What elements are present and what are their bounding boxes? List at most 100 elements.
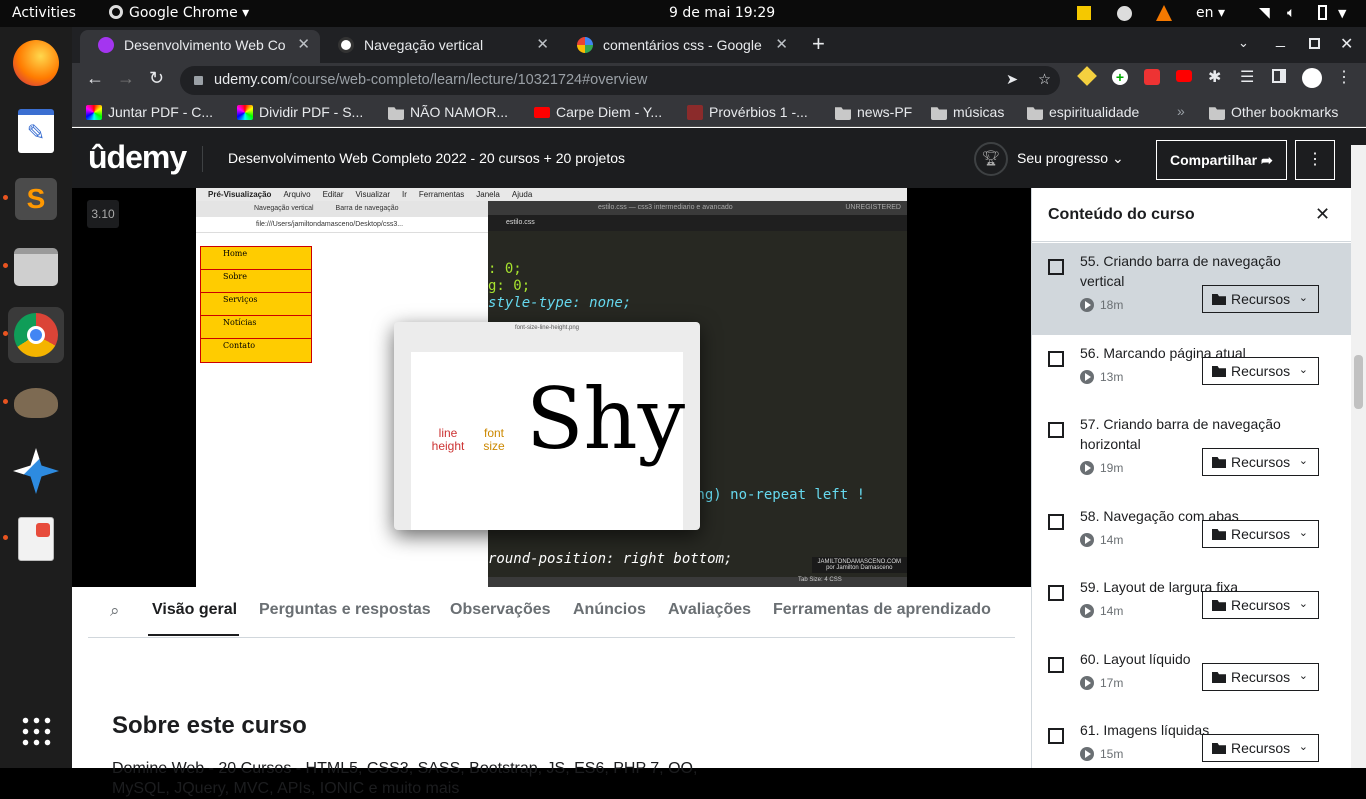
lecture-item[interactable]: 58. Navegação com abas 14m Recursos ⌄	[1032, 498, 1352, 569]
chrome-icon[interactable]	[8, 307, 64, 363]
files-icon[interactable]	[8, 239, 64, 295]
bookmark-item[interactable]: Dividir PDF - S...	[237, 104, 363, 120]
forward-button[interactable]: →	[117, 68, 135, 89]
system-menu-chevron-icon[interactable]: ▼	[1338, 7, 1346, 20]
bookmark-item[interactable]: news-PF	[835, 104, 912, 120]
tab-google[interactable]: comentários css - Google ✕	[559, 30, 798, 63]
resources-button[interactable]: Recursos ⌄	[1202, 734, 1319, 762]
new-tab-button[interactable]: +	[812, 31, 825, 57]
lecture-checkbox[interactable]	[1048, 259, 1064, 275]
kdenlive-icon[interactable]	[8, 443, 64, 499]
chevron-down-icon: ⌄	[1298, 455, 1308, 467]
extensions-puzzle-icon[interactable]: ✱	[1208, 67, 1221, 87]
resources-button[interactable]: Recursos ⌄	[1202, 591, 1319, 619]
progress-button[interactable]: Seu progresso ⌄	[1017, 150, 1124, 167]
share-button[interactable]: Compartilhar ➦	[1156, 140, 1287, 180]
more-bookmarks-icon[interactable]: »	[1177, 103, 1185, 119]
lecture-item[interactable]: 60. Layout líquido 17m Recursos ⌄	[1032, 641, 1352, 712]
lecture-checkbox[interactable]	[1048, 657, 1064, 673]
trophy-icon[interactable]: 🏆︎	[974, 142, 1008, 176]
lecture-item[interactable]: 61. Imagens líquidas 15m Recursos ⌄	[1032, 712, 1352, 784]
network-tray-icon[interactable]	[1117, 6, 1132, 21]
course-title[interactable]: Desenvolvimento Web Completo 2022 - 20 c…	[228, 150, 625, 166]
bookmark-item[interactable]: Provérbios 1 -...	[687, 104, 808, 120]
lecture-checkbox[interactable]	[1048, 351, 1064, 367]
editor-title: estilo.css — css3 intermediario e avanca…	[488, 201, 907, 215]
other-bookmarks[interactable]: Other bookmarks	[1209, 104, 1338, 120]
back-button[interactable]: ←	[86, 68, 104, 89]
bookmark-star-icon[interactable]: ☆	[1038, 66, 1051, 95]
lecture-item[interactable]: 56. Marcando página atual 13m Recursos ⌄	[1032, 335, 1352, 406]
activities-button[interactable]: Activities	[12, 5, 76, 21]
search-icon[interactable]: ⌕	[110, 601, 120, 621]
highlighter-extension-icon[interactable]	[1077, 66, 1097, 86]
more-options-icon[interactable]: ⋮	[1295, 140, 1335, 180]
lecture-checkbox[interactable]	[1048, 585, 1064, 601]
notification-extension-icon[interactable]	[1144, 69, 1160, 85]
gimp-icon[interactable]	[8, 375, 64, 431]
lecture-checkbox[interactable]	[1048, 728, 1064, 744]
tab-notes[interactable]: Observações	[450, 601, 551, 619]
minimize-button[interactable]: _	[1276, 31, 1285, 49]
demo-tabs: Navegação vertical Barra de navegação	[196, 201, 488, 217]
close-tab-icon[interactable]: ✕	[297, 30, 310, 60]
tab-search-icon[interactable]: ⌄	[1238, 35, 1249, 51]
tab-udemy[interactable]: Desenvolvimento Web Co ✕	[80, 30, 320, 63]
clock[interactable]: 9 de mai 19:29	[669, 5, 775, 21]
profile-avatar[interactable]	[1302, 68, 1322, 88]
app-menu[interactable]: Google Chrome ▾	[109, 5, 249, 21]
vlc-tray-icon[interactable]	[1156, 5, 1172, 21]
firefox-icon[interactable]	[8, 35, 64, 91]
udemy-logo[interactable]: ûdemy	[88, 139, 187, 176]
resources-button[interactable]: Recursos ⌄	[1202, 448, 1319, 476]
scrollbar[interactable]	[1351, 145, 1366, 768]
bookmark-item[interactable]: Carpe Diem - Y...	[534, 104, 662, 120]
document-viewer-icon[interactable]	[8, 511, 64, 567]
tab-announcements[interactable]: Anúncios	[573, 601, 646, 619]
resources-button[interactable]: Recursos ⌄	[1202, 663, 1319, 691]
bookmark-item[interactable]: espiritualidade	[1027, 104, 1139, 120]
lecture-item[interactable]: 55. Criando barra de navegação vertical …	[1032, 243, 1352, 335]
plus-extension-icon[interactable]: +	[1112, 69, 1128, 85]
notes-tray-icon[interactable]	[1077, 6, 1091, 20]
lecture-item[interactable]: 59. Layout de largura fixa 14m Recursos ⌄	[1032, 569, 1352, 641]
resources-button[interactable]: Recursos ⌄	[1202, 357, 1319, 385]
tab-navegacao[interactable]: Navegação vertical ✕	[320, 30, 559, 63]
bookmark-item[interactable]: músicas	[931, 104, 1004, 120]
close-tab-icon[interactable]: ✕	[536, 30, 549, 60]
resources-button[interactable]: Recursos ⌄	[1202, 520, 1319, 548]
resources-button[interactable]: Recursos ⌄	[1202, 285, 1319, 313]
tab-qa[interactable]: Perguntas e respostas	[259, 601, 431, 619]
chevron-down-icon: ⌄	[1298, 598, 1308, 610]
media-control-icon[interactable]: ☰	[1240, 67, 1254, 87]
language-indicator[interactable]: en ▾	[1196, 5, 1225, 21]
text-editor-icon[interactable]: ✎	[8, 103, 64, 159]
video-player[interactable]: 3.10 Pré-Visualização Arquivo Editar Visual…	[72, 188, 1031, 587]
reload-button[interactable]: ↻	[149, 68, 164, 89]
sublime-text-icon[interactable]: S	[8, 171, 64, 227]
address-bar[interactable]: udemy.com/course/web-completo/learn/lect…	[180, 66, 1060, 95]
send-icon[interactable]: ➤	[1006, 66, 1018, 95]
battery-icon[interactable]	[1318, 5, 1327, 20]
youtube-extension-icon[interactable]	[1176, 70, 1192, 82]
side-panel-icon[interactable]	[1272, 69, 1286, 83]
folder-open-icon	[1212, 743, 1226, 754]
tab-overview[interactable]: Visão geral	[152, 601, 237, 619]
volume-icon[interactable]: 🔈︎	[1287, 5, 1295, 21]
wifi-icon[interactable]: ◥	[1259, 5, 1270, 21]
tab-learning-tools[interactable]: Ferramentas de aprendizado	[773, 601, 991, 619]
close-tab-icon[interactable]: ✕	[775, 30, 788, 60]
chrome-menu-icon[interactable]: ⋮	[1336, 67, 1352, 87]
tab-reviews[interactable]: Avaliações	[668, 601, 751, 619]
bookmark-item[interactable]: Juntar PDF - C...	[86, 104, 213, 120]
close-window-button[interactable]: ✕	[1340, 34, 1353, 54]
lecture-checkbox[interactable]	[1048, 514, 1064, 530]
show-applications-icon[interactable]	[8, 703, 64, 759]
scrollbar-thumb[interactable]	[1354, 355, 1363, 409]
close-sidebar-icon[interactable]: ✕	[1315, 204, 1330, 225]
maximize-button[interactable]	[1309, 38, 1320, 49]
chevron-down-icon: ⌄	[1298, 741, 1308, 753]
bookmark-item[interactable]: NÃO NAMOR...	[388, 104, 508, 120]
lecture-item[interactable]: 57. Criando barra de navegação horizonta…	[1032, 406, 1352, 498]
lecture-checkbox[interactable]	[1048, 422, 1064, 438]
